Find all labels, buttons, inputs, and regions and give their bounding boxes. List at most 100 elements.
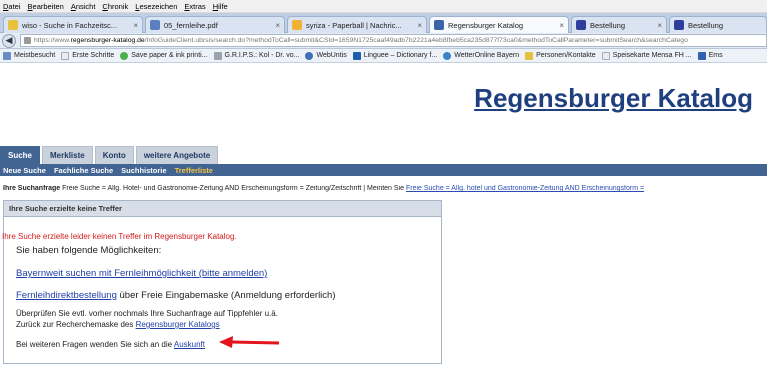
bookmark-grips[interactable]: G.R.I.P.S.: Kol - Dr. vo...	[213, 51, 300, 60]
url-input[interactable]: https://www. regensburger-katalog.de/Info…	[20, 34, 767, 47]
bookmark-personen[interactable]: Personen/Kontakte	[525, 51, 596, 60]
page-icon	[601, 51, 610, 60]
close-icon[interactable]: ×	[133, 21, 138, 30]
browser-tab-pdf[interactable]: 05_fernleihe.pdf ×	[145, 16, 285, 33]
browser-tab-wiso[interactable]: wiso - Suche in Fachzeitsc... ×	[3, 16, 143, 33]
menu-chronik[interactable]: Chronik	[102, 2, 128, 11]
close-icon[interactable]: ×	[657, 21, 662, 30]
menu-extras[interactable]: Extras	[184, 2, 205, 11]
bayernweit-search-link[interactable]: Bayernweit suchen mit Fernleihmöglichkei…	[16, 268, 267, 279]
site-title[interactable]: Regensburger Katalog	[474, 83, 753, 114]
bookmark-label: Linguee – Dictionary f...	[363, 52, 438, 59]
tab-suche[interactable]: Suche	[0, 146, 41, 164]
folder-icon	[525, 51, 534, 60]
close-icon[interactable]: ×	[275, 21, 280, 30]
tab-label: syriza - Paperball | Nachric...	[306, 20, 402, 30]
bookmark-meistbesucht[interactable]: Meistbesucht	[3, 51, 56, 60]
fernleih-text: über Freie Eingabemaske (Anmeldung erfor…	[119, 290, 336, 301]
help-text: Bei weiteren Fragen wenden Sie sich an d…	[16, 340, 173, 349]
tab-weitere-angebote[interactable]: weitere Angebote	[135, 146, 219, 164]
paperball-favicon-icon	[292, 20, 302, 30]
subnav-neue-suche[interactable]: Neue Suche	[3, 166, 46, 175]
subnav-trefferliste[interactable]: Trefferliste	[175, 166, 213, 175]
bestellung-favicon-icon	[674, 20, 684, 30]
url-domain: regensburger-katalog.de	[70, 37, 145, 44]
query-label: Ihre Suchanfrage	[3, 185, 61, 192]
bookmark-label: WetterOnline Bayern	[454, 52, 520, 59]
tab-label: wiso - Suche in Fachzeitsc...	[22, 20, 118, 30]
browser-tab-regensburger[interactable]: Regensburger Katalog ×	[429, 16, 569, 33]
navigation-bar: ◀ https://www. regensburger-katalog.de/In…	[0, 33, 767, 49]
bookmark-erste-schritte[interactable]: Erste Schritte	[61, 51, 115, 60]
subnav-fachliche-suche[interactable]: Fachliche Suche	[54, 166, 113, 175]
menu-datei[interactable]: Datei	[3, 2, 21, 11]
browser-tab-syriza[interactable]: syriza - Paperball | Nachric... ×	[287, 16, 427, 33]
result-header: Ihre Suche erzielte keine Treffer	[4, 201, 441, 217]
bookmark-wetteronline[interactable]: WetterOnline Bayern	[443, 51, 520, 60]
browser-tab-bestellung-1[interactable]: Bestellung ×	[571, 16, 667, 33]
bookmark-icon	[697, 51, 706, 60]
bookmark-label: Erste Schritte	[72, 52, 115, 59]
tab-label: 05_fernleihe.pdf	[164, 20, 218, 30]
back-arrow-icon[interactable]: ◀	[2, 33, 16, 48]
bestellung-favicon-icon	[576, 20, 586, 30]
bookmark-icon	[213, 51, 222, 60]
regensburger-katalog-link[interactable]: Regensburger Katalogs	[136, 320, 220, 329]
page-content: Regensburger Katalog Suche Merkliste Kon…	[0, 64, 767, 385]
menu-hilfe[interactable]: Hilfe	[213, 2, 228, 11]
query-text: Freie Suche = Allg. Hotel- und Gastronom…	[62, 185, 405, 192]
menu-ansicht[interactable]: Ansicht	[71, 2, 96, 11]
bookmark-label: Ems	[708, 52, 723, 59]
red-arrow-icon	[219, 336, 279, 348]
bookmark-label: Save paper & ink printi...	[131, 52, 208, 59]
bookmark-label: WebUntis	[316, 52, 347, 59]
bookmark-save-paper[interactable]: Save paper & ink printi...	[120, 51, 208, 60]
menu-bearbeiten[interactable]: Bearbeiten	[28, 2, 64, 11]
help-line: Bei weiteren Fragen wenden Sie sich an d…	[16, 340, 205, 349]
bookmark-linguee[interactable]: Linguee – Dictionary f...	[352, 51, 438, 60]
fernleih-line: Fernleihdirektbestellung über Freie Eing…	[16, 290, 335, 301]
bookmark-label: Meistbesucht	[14, 52, 56, 59]
pdf-favicon-icon	[150, 20, 160, 30]
bookmark-label: Speisekarte Mensa FH ...	[612, 52, 692, 59]
browser-tab-bestellung-2[interactable]: Bestellung	[669, 16, 767, 33]
close-icon[interactable]: ×	[559, 21, 564, 30]
tab-konto[interactable]: Konto	[94, 146, 134, 164]
bayernweit-link-text[interactable]: Bayernweit suchen mit Fernleihmöglichkei…	[16, 268, 267, 279]
katalog-favicon-icon	[434, 20, 444, 30]
url-prefix: https://www.	[34, 37, 71, 44]
lock-icon	[24, 37, 31, 44]
bookmark-ems[interactable]: Ems	[697, 51, 723, 60]
sub-nav: Neue Suche Fachliche Suche Suchhistorie …	[0, 164, 767, 176]
search-query-line: Ihre Suchanfrage Freie Suche = Allg. Hot…	[3, 185, 767, 192]
check-typo-text: Überprüfen Sie evtl. vorher nochmals Ihr…	[16, 309, 278, 318]
bookmark-speisekarte[interactable]: Speisekarte Mensa FH ...	[601, 51, 692, 60]
clock-icon	[305, 51, 314, 60]
close-icon[interactable]: ×	[417, 21, 422, 30]
linguee-icon	[352, 51, 361, 60]
subnav-suchhistorie[interactable]: Suchhistorie	[121, 166, 166, 175]
menu-lesezeichen[interactable]: Lesezeichen	[135, 2, 177, 11]
tab-label: Regensburger Katalog	[448, 20, 524, 30]
query-suggestion-link[interactable]: Freie Suche = Allg. hotel und Gastronomi…	[406, 185, 644, 192]
bookmarks-bar: Meistbesucht Erste Schritte Save paper &…	[0, 49, 767, 63]
tab-strip: wiso - Suche in Fachzeitsc... × 05_fernl…	[0, 13, 767, 33]
tab-label: Bestellung	[688, 20, 724, 30]
leaf-icon	[120, 51, 129, 60]
bookmark-label: G.R.I.P.S.: Kol - Dr. vo...	[224, 52, 300, 59]
menu-bar: Datei Bearbeiten Ansicht Chronik Lesezei…	[0, 0, 767, 13]
bookmark-label: Personen/Kontakte	[536, 52, 596, 59]
no-results-message: Ihre Suche erzielte leider keinen Treffe…	[2, 232, 237, 241]
fernleih-direktbestellung-link[interactable]: Fernleihdirektbestellung	[16, 290, 117, 301]
options-intro: Sie haben folgende Möglichkeiten:	[16, 245, 162, 256]
url-path: /InfoGuideClient.ubrsis/search.do?method…	[144, 37, 688, 44]
tab-label: Bestellung	[590, 20, 626, 30]
wiso-favicon-icon	[8, 20, 18, 30]
weather-icon	[443, 51, 452, 60]
tab-merkliste[interactable]: Merkliste	[42, 146, 93, 164]
bookmark-icon	[3, 51, 11, 60]
main-nav-tabs: Suche Merkliste Konto weitere Angebote	[0, 146, 767, 164]
auskunft-link[interactable]: Auskunft	[174, 340, 205, 349]
bookmark-webuntis[interactable]: WebUntis	[305, 51, 347, 60]
back-text: Zurück zur Recherchemaske des	[16, 320, 134, 329]
